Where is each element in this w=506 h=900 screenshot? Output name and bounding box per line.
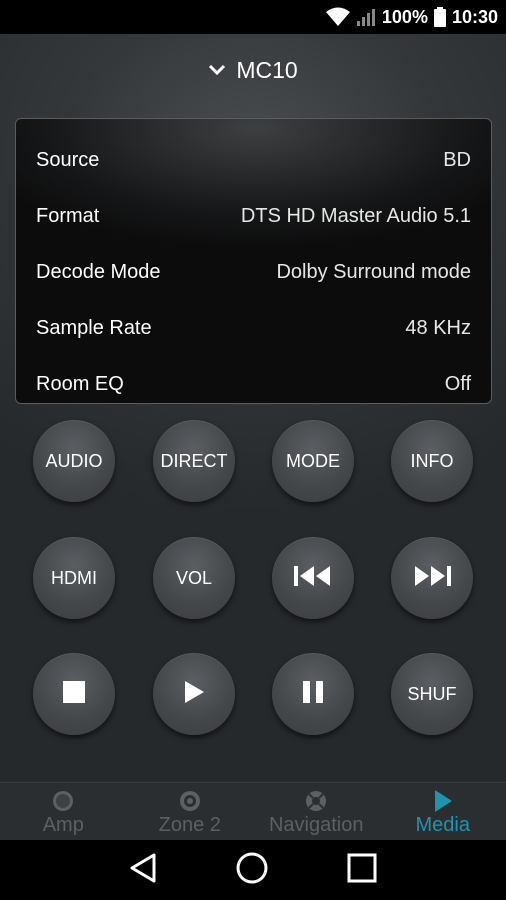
back-icon[interactable] (128, 852, 158, 889)
stop-button[interactable] (33, 653, 115, 735)
info-button[interactable]: INFO (391, 420, 473, 502)
info-row-source: Source BD (36, 145, 471, 175)
hdmi-button[interactable]: HDMI (33, 537, 115, 619)
info-row-decode-mode: Decode Mode Dolby Surround mode (36, 257, 471, 287)
battery-icon (433, 7, 446, 27)
next-track-icon (411, 564, 453, 593)
info-value: DTS HD Master Audio 5.1 (240, 204, 471, 227)
status-bar: 100% 10:30 (0, 0, 506, 34)
chevron-down-icon (208, 64, 226, 76)
tab-label: Navigation (268, 814, 364, 836)
info-panel: Source BD Format DTS HD Master Audio 5.1… (15, 118, 492, 404)
tab-media[interactable]: Media (380, 783, 506, 840)
direct-button[interactable]: DIRECT (153, 420, 235, 502)
info-row-sample-rate: Sample Rate 48 KHz (36, 313, 471, 343)
tab-label: Zone 2 (158, 814, 221, 836)
previous-track-icon (292, 564, 334, 593)
info-value: Dolby Surround mode (276, 260, 471, 283)
tab-navigation[interactable]: Navigation (253, 783, 380, 840)
info-value: BD (443, 148, 471, 171)
zone-icon (178, 788, 202, 814)
shuffle-button[interactable]: SHUF (391, 653, 473, 735)
info-row-format: Format DTS HD Master Audio 5.1 (36, 201, 471, 231)
tab-label: Amp (42, 814, 84, 836)
device-selector[interactable]: MC10 (0, 48, 506, 92)
amp-icon (51, 788, 75, 814)
android-navigation-bar (0, 840, 506, 900)
stop-icon (63, 680, 85, 708)
vol-button[interactable]: VOL (153, 537, 235, 619)
navigation-icon (304, 788, 328, 814)
tab-label: Media (415, 814, 470, 836)
clock: 10:30 (451, 6, 498, 27)
recents-icon[interactable] (346, 852, 378, 889)
bottom-tab-bar: Amp Zone 2 Navigation Media (0, 782, 506, 840)
device-title: MC10 (236, 56, 298, 83)
info-label: Sample Rate (36, 316, 152, 339)
info-label: Source (36, 148, 100, 171)
info-label: Room EQ (36, 372, 124, 395)
play-button[interactable] (153, 653, 235, 735)
battery-percent: 100% (381, 6, 428, 27)
audio-button[interactable]: AUDIO (33, 420, 115, 502)
play-icon (183, 680, 205, 709)
wifi-icon (325, 7, 350, 27)
info-value: Off (444, 372, 471, 395)
info-row-room-eq: Room EQ Off (36, 369, 471, 399)
next-track-button[interactable] (391, 537, 473, 619)
home-icon[interactable] (235, 851, 269, 890)
info-label: Decode Mode (36, 260, 161, 283)
pause-button[interactable] (272, 653, 354, 735)
pause-icon (302, 680, 324, 709)
signal-icon (356, 7, 376, 27)
tab-amp[interactable]: Amp (0, 783, 127, 840)
mode-button[interactable]: MODE (272, 420, 354, 502)
previous-track-button[interactable] (272, 537, 354, 619)
tab-zone-2[interactable]: Zone 2 (127, 783, 254, 840)
media-play-icon (432, 788, 454, 814)
info-value: 48 KHz (405, 316, 471, 339)
info-label: Format (36, 204, 100, 227)
